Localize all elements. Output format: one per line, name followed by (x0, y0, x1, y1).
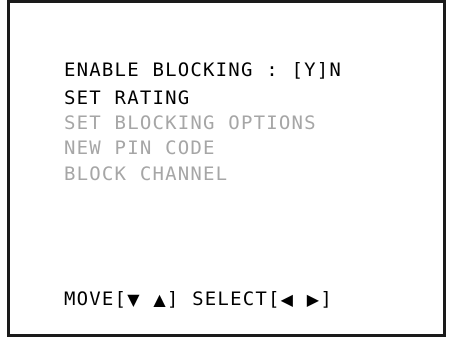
navigation-hint: MOVE[▼ ▲] SELECT[◀ ▶] (64, 288, 333, 311)
select-label: ] SELECT[ (166, 288, 281, 310)
menu-item-new-pin-code[interactable]: NEW PIN CODE (64, 138, 216, 158)
menu-item-enable-blocking[interactable]: ENABLE BLOCKING : [Y]N (64, 60, 342, 80)
osd-screen-frame: ENABLE BLOCKING : [Y]N SET RATING SET BL… (7, 0, 446, 337)
move-label: MOVE[ (64, 288, 128, 310)
menu-item-set-rating[interactable]: SET RATING (64, 88, 190, 108)
arrow-down-icon: ▼ (127, 290, 141, 309)
select-close-bracket: ] (320, 288, 333, 310)
menu-item-set-blocking-options[interactable]: SET BLOCKING OPTIONS (64, 113, 317, 133)
arrow-right-icon: ▶ (306, 290, 321, 309)
arrow-left-icon: ◀ (280, 290, 295, 309)
arrow-up-icon: ▲ (153, 290, 167, 309)
menu-item-block-channel[interactable]: BLOCK CHANNEL (64, 164, 228, 184)
